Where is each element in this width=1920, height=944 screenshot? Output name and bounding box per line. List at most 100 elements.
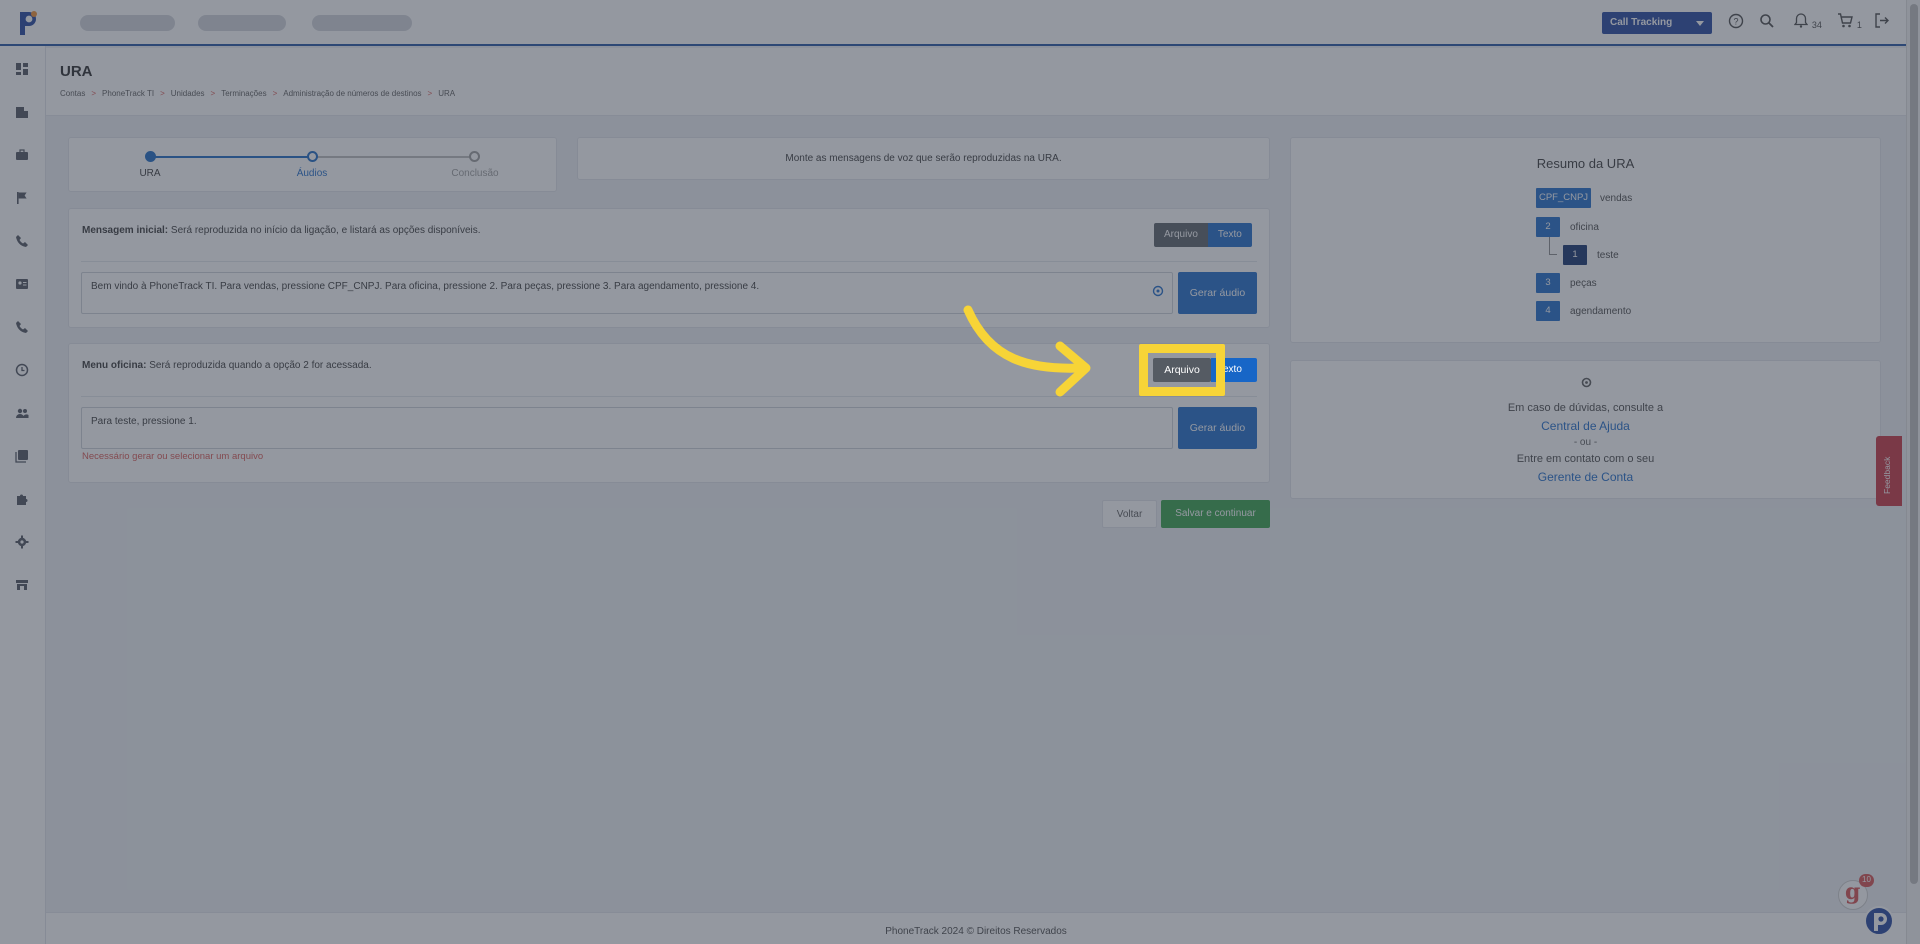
notification-count: 34: [1811, 20, 1822, 30]
chevron-right-icon: >: [272, 89, 278, 98]
summary-label: teste: [1597, 250, 1619, 261]
flag-icon[interactable]: [15, 191, 31, 207]
contact-card-icon[interactable]: [15, 277, 31, 293]
summary-key: 2: [1536, 217, 1560, 237]
breadcrumb-item-contas[interactable]: Contas: [60, 89, 85, 98]
call-tracking-select[interactable]: Call Tracking: [1602, 12, 1712, 34]
chevron-down-icon: [1696, 21, 1704, 26]
building-icon[interactable]: [15, 105, 31, 121]
sidebar: [0, 46, 46, 944]
call-tracking-label: Call Tracking: [1610, 17, 1673, 28]
info-banner: Monte as mensagens de voz que serão repr…: [577, 137, 1270, 180]
svg-text:?: ?: [1733, 17, 1738, 27]
phonetrack-logo-icon: [1874, 913, 1887, 931]
search-icon[interactable]: [1759, 13, 1775, 33]
arquivo-button[interactable]: Arquivo: [1154, 223, 1208, 247]
gerar-audio-button[interactable]: Gerar áudio: [1178, 407, 1257, 449]
message-text: Bem vindo à PhoneTrack TI. Para vendas, …: [91, 281, 760, 292]
texto-button[interactable]: Texto: [1207, 223, 1252, 247]
blurred-nav-item[interactable]: [80, 15, 175, 31]
page-scrollbar[interactable]: [1906, 0, 1920, 944]
step-dot-audios[interactable]: [307, 151, 318, 162]
cart-count: 1: [1856, 20, 1862, 30]
help-or: - ou -: [1573, 437, 1598, 448]
cart-button[interactable]: 1: [1837, 13, 1862, 33]
ura-summary-card: Resumo da URA CPF_CNPJ vendas 2 oficina …: [1290, 137, 1881, 343]
gear-icon: [1581, 377, 1592, 388]
summary-key: 4: [1536, 301, 1560, 321]
feedback-tab[interactable]: Feedback: [1876, 436, 1902, 506]
briefcase-icon[interactable]: [15, 148, 31, 164]
stepper-line-pending: [316, 156, 474, 158]
page-header: URA Contas > PhoneTrack TI > Unidades > Ter…: [46, 48, 1906, 116]
cart-icon: [1838, 13, 1853, 28]
library-icon[interactable]: [15, 449, 31, 465]
dashboard-icon[interactable]: [15, 62, 31, 78]
users-icon[interactable]: [15, 406, 31, 422]
central-ajuda-link[interactable]: Central de Ajuda: [1291, 419, 1880, 433]
summary-key: 1: [1563, 245, 1587, 265]
store-icon[interactable]: [15, 578, 31, 594]
summary-label: agendamento: [1570, 306, 1632, 317]
blurred-nav-item[interactable]: [198, 15, 286, 31]
gerar-audio-button[interactable]: Gerar áudio: [1178, 272, 1257, 314]
chevron-right-icon: >: [427, 89, 433, 98]
step-label-audios: Áudios: [296, 168, 328, 179]
phone-call-icon[interactable]: [15, 320, 31, 336]
support-widget-icon[interactable]: [1864, 906, 1894, 936]
breadcrumb-item-destinos[interactable]: Administração de números de destinos: [283, 89, 421, 98]
chevron-right-icon: >: [160, 89, 165, 98]
help-line-2: Entre em contato com o seu: [1516, 453, 1655, 465]
breadcrumb: Contas > PhoneTrack TI > Unidades > Termina…: [60, 89, 455, 98]
message-text: Para teste, pressione 1.: [91, 416, 197, 427]
settings-icon[interactable]: [15, 535, 31, 551]
notifications-button[interactable]: 34: [1793, 13, 1822, 33]
settings-icon[interactable]: [1152, 285, 1164, 297]
summary-label: vendas: [1600, 193, 1633, 204]
message-description: Será reproduzida quando a opção 2 for ac…: [146, 360, 372, 371]
stepper-card: [68, 137, 557, 192]
blurred-nav-item[interactable]: [312, 15, 412, 31]
summary-title: Resumo da URA: [1536, 156, 1635, 171]
help-card: Em caso de dúvidas, consulte a Central d…: [1290, 360, 1881, 499]
message-title: Menu oficina:: [82, 360, 147, 371]
gerente-conta-link[interactable]: Gerente de Conta: [1291, 470, 1880, 484]
breadcrumb-item-unidades[interactable]: Unidades: [171, 89, 205, 98]
summary-key: CPF_CNPJ: [1536, 188, 1591, 208]
message-heading: Mensagem inicial: Será reproduzida no in…: [82, 225, 481, 236]
source-toggle: Arquivo Texto: [1154, 223, 1252, 247]
scrollbar-thumb[interactable]: [1910, 4, 1918, 884]
help-line-1: Em caso de dúvidas, consulte a: [1507, 402, 1664, 414]
summary-key: 3: [1536, 273, 1560, 293]
phone-icon[interactable]: [15, 234, 31, 250]
logout-icon[interactable]: [1874, 13, 1889, 33]
tutorial-arrow-icon: [963, 305, 1091, 397]
breadcrumb-item-terminacoes[interactable]: Terminações: [221, 89, 266, 98]
error-message: Necessário gerar ou selecionar um arquiv…: [82, 451, 264, 462]
chevron-right-icon: >: [91, 89, 97, 98]
page-title: URA: [60, 63, 93, 80]
stepper-line-done: [151, 156, 312, 158]
puzzle-icon[interactable]: [15, 492, 31, 508]
voltar-button[interactable]: Voltar: [1102, 500, 1157, 528]
breadcrumb-item-ura: URA: [438, 89, 456, 98]
divider: [81, 261, 1257, 262]
message-heading: Menu oficina: Será reproduzida quando a …: [82, 360, 372, 371]
step-dot-conclusao: [469, 151, 480, 162]
feedback-label: Feedback: [1882, 456, 1892, 494]
summary-label: oficina: [1570, 222, 1599, 233]
help-icon[interactable]: ?: [1728, 13, 1744, 33]
summary-label: peças: [1570, 278, 1597, 289]
message-text-input[interactable]: Para teste, pressione 1.: [81, 407, 1173, 449]
tree-connector: [1549, 254, 1557, 255]
footer: PhoneTrack 2024 © Direitos Reservados: [46, 912, 1906, 944]
step-dot-ura[interactable]: [145, 151, 156, 162]
phonetrack-logo-icon[interactable]: [14, 8, 40, 38]
salvar-continuar-button[interactable]: Salvar e continuar: [1161, 500, 1270, 528]
message-title: Mensagem inicial:: [82, 225, 169, 236]
history-icon[interactable]: [15, 363, 31, 379]
chat-badge: 10: [1859, 874, 1874, 887]
breadcrumb-item-phonetrack[interactable]: PhoneTrack TI: [102, 89, 154, 98]
chat-widget-button[interactable]: g 10: [1838, 874, 1874, 910]
chat-logo-icon: g: [1845, 879, 1861, 905]
